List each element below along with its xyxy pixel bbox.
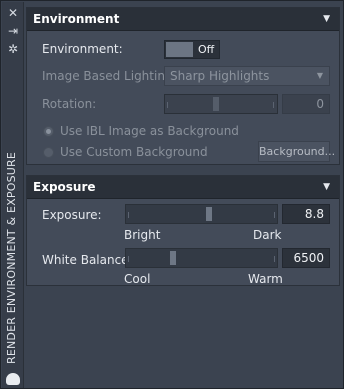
slider-tick [273, 102, 274, 108]
white-balance-label: White Balance: [42, 253, 133, 267]
white-balance-slider-thumb[interactable] [170, 251, 176, 265]
white-balance-value-field[interactable]: 6500 [282, 248, 330, 268]
rotation-label: Rotation: [42, 97, 97, 111]
chevron-down-icon: ▼ [316, 71, 323, 80]
exposure-slider[interactable] [125, 204, 278, 224]
environment-title: Environment [33, 12, 120, 26]
ibl-select[interactable]: Sharp Highlights ▼ [164, 66, 330, 86]
collapse-caret-icon[interactable]: ▼ [323, 14, 330, 24]
rotation-slider-thumb[interactable] [213, 97, 219, 111]
cool-label: Cool [124, 272, 151, 286]
slider-tick [167, 102, 168, 108]
environment-toggle-state: Off [198, 43, 215, 56]
close-icon[interactable]: ✕ [5, 6, 21, 20]
palette-title-strip: ✕ ⇥ ✲ RENDER ENVIRONMENT & EXPOSURE [2, 2, 24, 388]
custom-background-label: Use Custom Background [60, 145, 208, 159]
exposure-value-field[interactable]: 8.8 [282, 204, 330, 224]
ibl-select-value: Sharp Highlights [170, 69, 270, 83]
ibl-background-radio[interactable] [43, 126, 54, 137]
slider-tick [274, 212, 275, 218]
rotation-value-field[interactable]: 0 [282, 94, 330, 114]
exposure-panel: Exposure ▼ Exposure: 8.8 Bright Dark Whi… [26, 175, 340, 286]
environment-panel: Environment ▼ Environment: Off Image Bas… [26, 7, 340, 165]
palette-menu-icon[interactable] [6, 373, 20, 385]
environment-panel-header[interactable]: Environment ▼ [27, 8, 339, 31]
ibl-background-label: Use IBL Image as Background [60, 124, 239, 138]
exposure-panel-header[interactable]: Exposure ▼ [27, 176, 339, 199]
settings-icon[interactable]: ✲ [5, 42, 21, 56]
slider-tick [128, 256, 129, 262]
pin-icon[interactable]: ⇥ [5, 24, 21, 38]
custom-background-radio[interactable] [43, 147, 54, 158]
render-environment-palette: ✕ ⇥ ✲ RENDER ENVIRONMENT & EXPOSURE Envi… [0, 0, 344, 389]
exposure-label: Exposure: [42, 208, 102, 222]
toggle-knob [166, 42, 193, 57]
warm-label: Warm [248, 272, 283, 286]
bright-label: Bright [124, 228, 161, 242]
collapse-caret-icon[interactable]: ▼ [323, 182, 330, 192]
ibl-label: Image Based Lighting: [42, 69, 177, 83]
background-button[interactable]: Background... [258, 141, 335, 162]
exposure-title: Exposure [33, 180, 96, 194]
slider-tick [274, 256, 275, 262]
rotation-slider[interactable] [164, 94, 278, 114]
dark-label: Dark [253, 228, 282, 242]
palette-title: RENDER ENVIRONMENT & EXPOSURE [5, 151, 18, 364]
slider-tick [128, 212, 129, 218]
environment-label: Environment: [42, 42, 123, 56]
environment-toggle[interactable]: Off [164, 40, 220, 59]
white-balance-slider[interactable] [125, 248, 278, 268]
exposure-slider-thumb[interactable] [206, 207, 212, 221]
